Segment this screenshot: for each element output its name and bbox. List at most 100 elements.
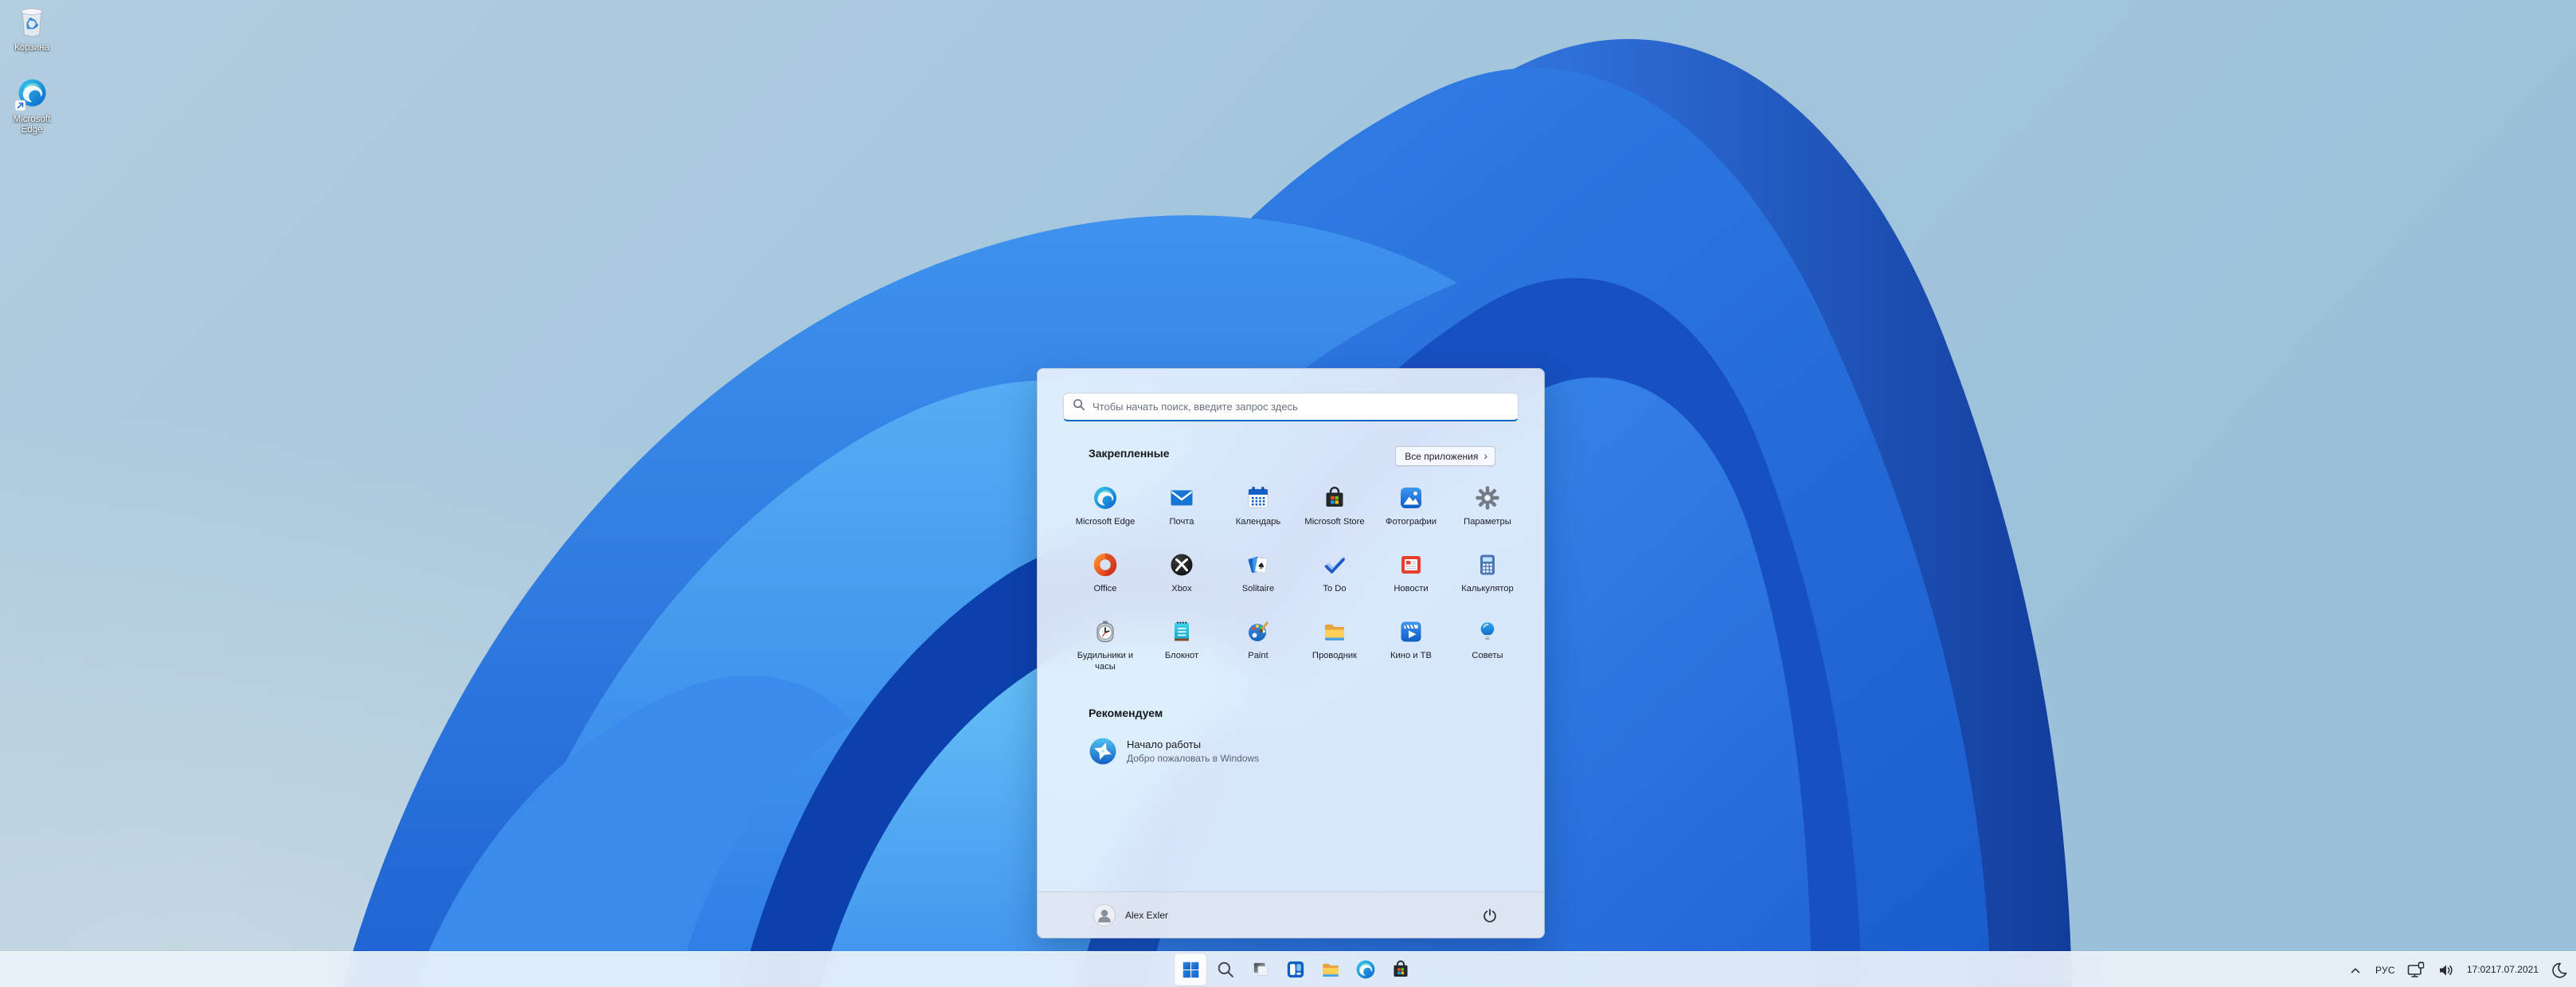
- taskbar-widgets-button[interactable]: [1280, 954, 1311, 985]
- pinned-app-label: Paint: [1220, 651, 1296, 662]
- solitaire-icon: [1245, 552, 1271, 578]
- windows-desktop: { "colors": { "accent": "#0067c0", "task…: [0, 0, 2576, 987]
- clock-tray-button[interactable]: 17:02 17.07.2021: [2465, 956, 2541, 985]
- start-search-box[interactable]: [1063, 393, 1519, 421]
- pinned-app-office[interactable]: Office: [1067, 546, 1143, 613]
- volume-tray-button[interactable]: [2434, 956, 2458, 985]
- power-button[interactable]: [1477, 903, 1503, 928]
- pinned-app-photos[interactable]: Фотографии: [1373, 479, 1449, 546]
- pinned-app-label: Блокнот: [1143, 651, 1220, 662]
- pinned-app-tips[interactable]: Советы: [1449, 613, 1526, 680]
- pinned-app-solitaire[interactable]: Solitaire: [1220, 546, 1296, 613]
- network-icon: [2406, 961, 2426, 980]
- taskbar-center-buttons: [1175, 954, 1417, 985]
- pinned-app-label: Почта: [1143, 517, 1220, 528]
- tips-icon: [1475, 619, 1500, 644]
- taskbar-task-view-button[interactable]: [1245, 954, 1276, 985]
- user-avatar: [1093, 904, 1116, 926]
- pinned-app-store[interactable]: Microsoft Store: [1296, 479, 1373, 546]
- pinned-app-label: To Do: [1296, 584, 1373, 595]
- pinned-app-label: Будильники и часы: [1067, 651, 1143, 672]
- taskbar-start-button[interactable]: [1175, 954, 1206, 985]
- calculator-icon: [1475, 552, 1500, 578]
- desktop-icon-edge-shortcut[interactable]: Microsoft Edge: [2, 76, 62, 135]
- alarms-icon: [1093, 619, 1118, 644]
- chevron-up-icon: [2348, 963, 2363, 977]
- user-name: Alex Exler: [1125, 910, 1168, 921]
- start-menu: Закрепленные Все приложения › Microsoft …: [1037, 368, 1545, 938]
- moon-icon: [2550, 961, 2569, 980]
- pinned-app-todo[interactable]: To Do: [1296, 546, 1373, 613]
- movies-icon: [1398, 619, 1424, 644]
- recommended-section-title: Рекомендуем: [1089, 707, 1163, 719]
- pinned-app-edge[interactable]: Microsoft Edge: [1067, 479, 1143, 546]
- pinned-app-label: Microsoft Store: [1296, 517, 1373, 528]
- pinned-app-label: Календарь: [1220, 517, 1296, 528]
- network-tray-button[interactable]: [2404, 956, 2428, 985]
- pinned-apps-grid: Microsoft Edge Почта Календарь Microsoft…: [1067, 479, 1526, 680]
- power-icon: [1482, 907, 1498, 923]
- user-profile-button[interactable]: Alex Exler: [1090, 901, 1176, 930]
- xbox-icon: [1169, 552, 1194, 578]
- search-input[interactable]: [1093, 401, 1509, 413]
- pinned-app-label: Solitaire: [1220, 584, 1296, 595]
- pinned-app-explorer[interactable]: Проводник: [1296, 613, 1373, 680]
- all-apps-button[interactable]: Все приложения ›: [1395, 446, 1495, 466]
- pinned-app-label: Microsoft Edge: [1067, 517, 1143, 528]
- start-menu-footer: Alex Exler: [1038, 891, 1544, 938]
- get-started-icon: [1089, 737, 1117, 766]
- paint-icon: [1245, 619, 1271, 644]
- pinned-app-label: Кино и ТВ: [1373, 651, 1449, 662]
- pinned-app-label: Xbox: [1143, 584, 1220, 595]
- pinned-app-label: Калькулятор: [1449, 584, 1526, 595]
- pinned-app-calculator[interactable]: Калькулятор: [1449, 546, 1526, 613]
- pinned-app-mail[interactable]: Почта: [1143, 479, 1220, 546]
- tray-time: 17:02: [2467, 964, 2491, 976]
- taskbar-file-explorer-button[interactable]: [1315, 954, 1347, 985]
- edge-icon: [1093, 485, 1118, 511]
- store-icon: [1322, 485, 1347, 511]
- pinned-app-movies[interactable]: Кино и ТВ: [1373, 613, 1449, 680]
- calendar-icon: [1245, 485, 1271, 511]
- pinned-app-notepad[interactable]: Блокнот: [1143, 613, 1220, 680]
- recommended-list: Начало работы Добро пожаловать в Windows: [1077, 729, 1316, 774]
- pinned-app-label: Параметры: [1449, 517, 1526, 528]
- pinned-app-xbox[interactable]: Xbox: [1143, 546, 1220, 613]
- desktop-icon-label: Корзина: [14, 43, 49, 53]
- pinned-app-label: Новости: [1373, 584, 1449, 595]
- speaker-icon: [2437, 961, 2456, 980]
- pinned-app-label: Фотографии: [1373, 517, 1449, 528]
- desktop-icon-label: Microsoft Edge: [2, 115, 62, 135]
- settings-icon: [1475, 485, 1500, 511]
- search-icon: [1073, 398, 1085, 415]
- pinned-app-calendar[interactable]: Календарь: [1220, 479, 1296, 546]
- todo-icon: [1322, 552, 1347, 578]
- start-icon: [1181, 960, 1201, 980]
- tray-overflow-button[interactable]: [2344, 956, 2367, 985]
- pinned-app-label: Проводник: [1296, 651, 1373, 662]
- recommended-item-get-started[interactable]: Начало работы Добро пожаловать в Windows: [1077, 729, 1316, 774]
- pinned-app-settings[interactable]: Параметры: [1449, 479, 1526, 546]
- desktop-icon-recycle-bin[interactable]: Корзина: [2, 3, 62, 53]
- taskbar-store-button[interactable]: [1385, 954, 1417, 985]
- pinned-app-label: Советы: [1449, 651, 1526, 662]
- pinned-app-alarms[interactable]: Будильники и часы: [1067, 613, 1143, 680]
- taskbar: РУС 17:02 17.07.2021: [0, 951, 2576, 987]
- edge-icon: [1355, 959, 1376, 980]
- mail-icon: [1169, 485, 1194, 511]
- recommended-item-title: Начало работы: [1127, 738, 1259, 750]
- focus-assist-button[interactable]: [2547, 956, 2571, 985]
- explorer-icon: [1320, 959, 1341, 980]
- photos-icon: [1398, 485, 1424, 511]
- input-language-indicator[interactable]: РУС: [2373, 956, 2398, 985]
- edge-shortcut-icon: [14, 76, 49, 112]
- pinned-app-paint[interactable]: Paint: [1220, 613, 1296, 680]
- taskbar-search-button[interactable]: [1210, 954, 1241, 985]
- widgets-icon: [1285, 959, 1306, 980]
- explorer-icon: [1322, 619, 1347, 644]
- task-view-icon: [1250, 959, 1271, 980]
- pinned-section-title: Закрепленные: [1089, 447, 1170, 460]
- pinned-app-news[interactable]: Новости: [1373, 546, 1449, 613]
- notepad-icon: [1169, 619, 1194, 644]
- taskbar-edge-button[interactable]: [1350, 954, 1382, 985]
